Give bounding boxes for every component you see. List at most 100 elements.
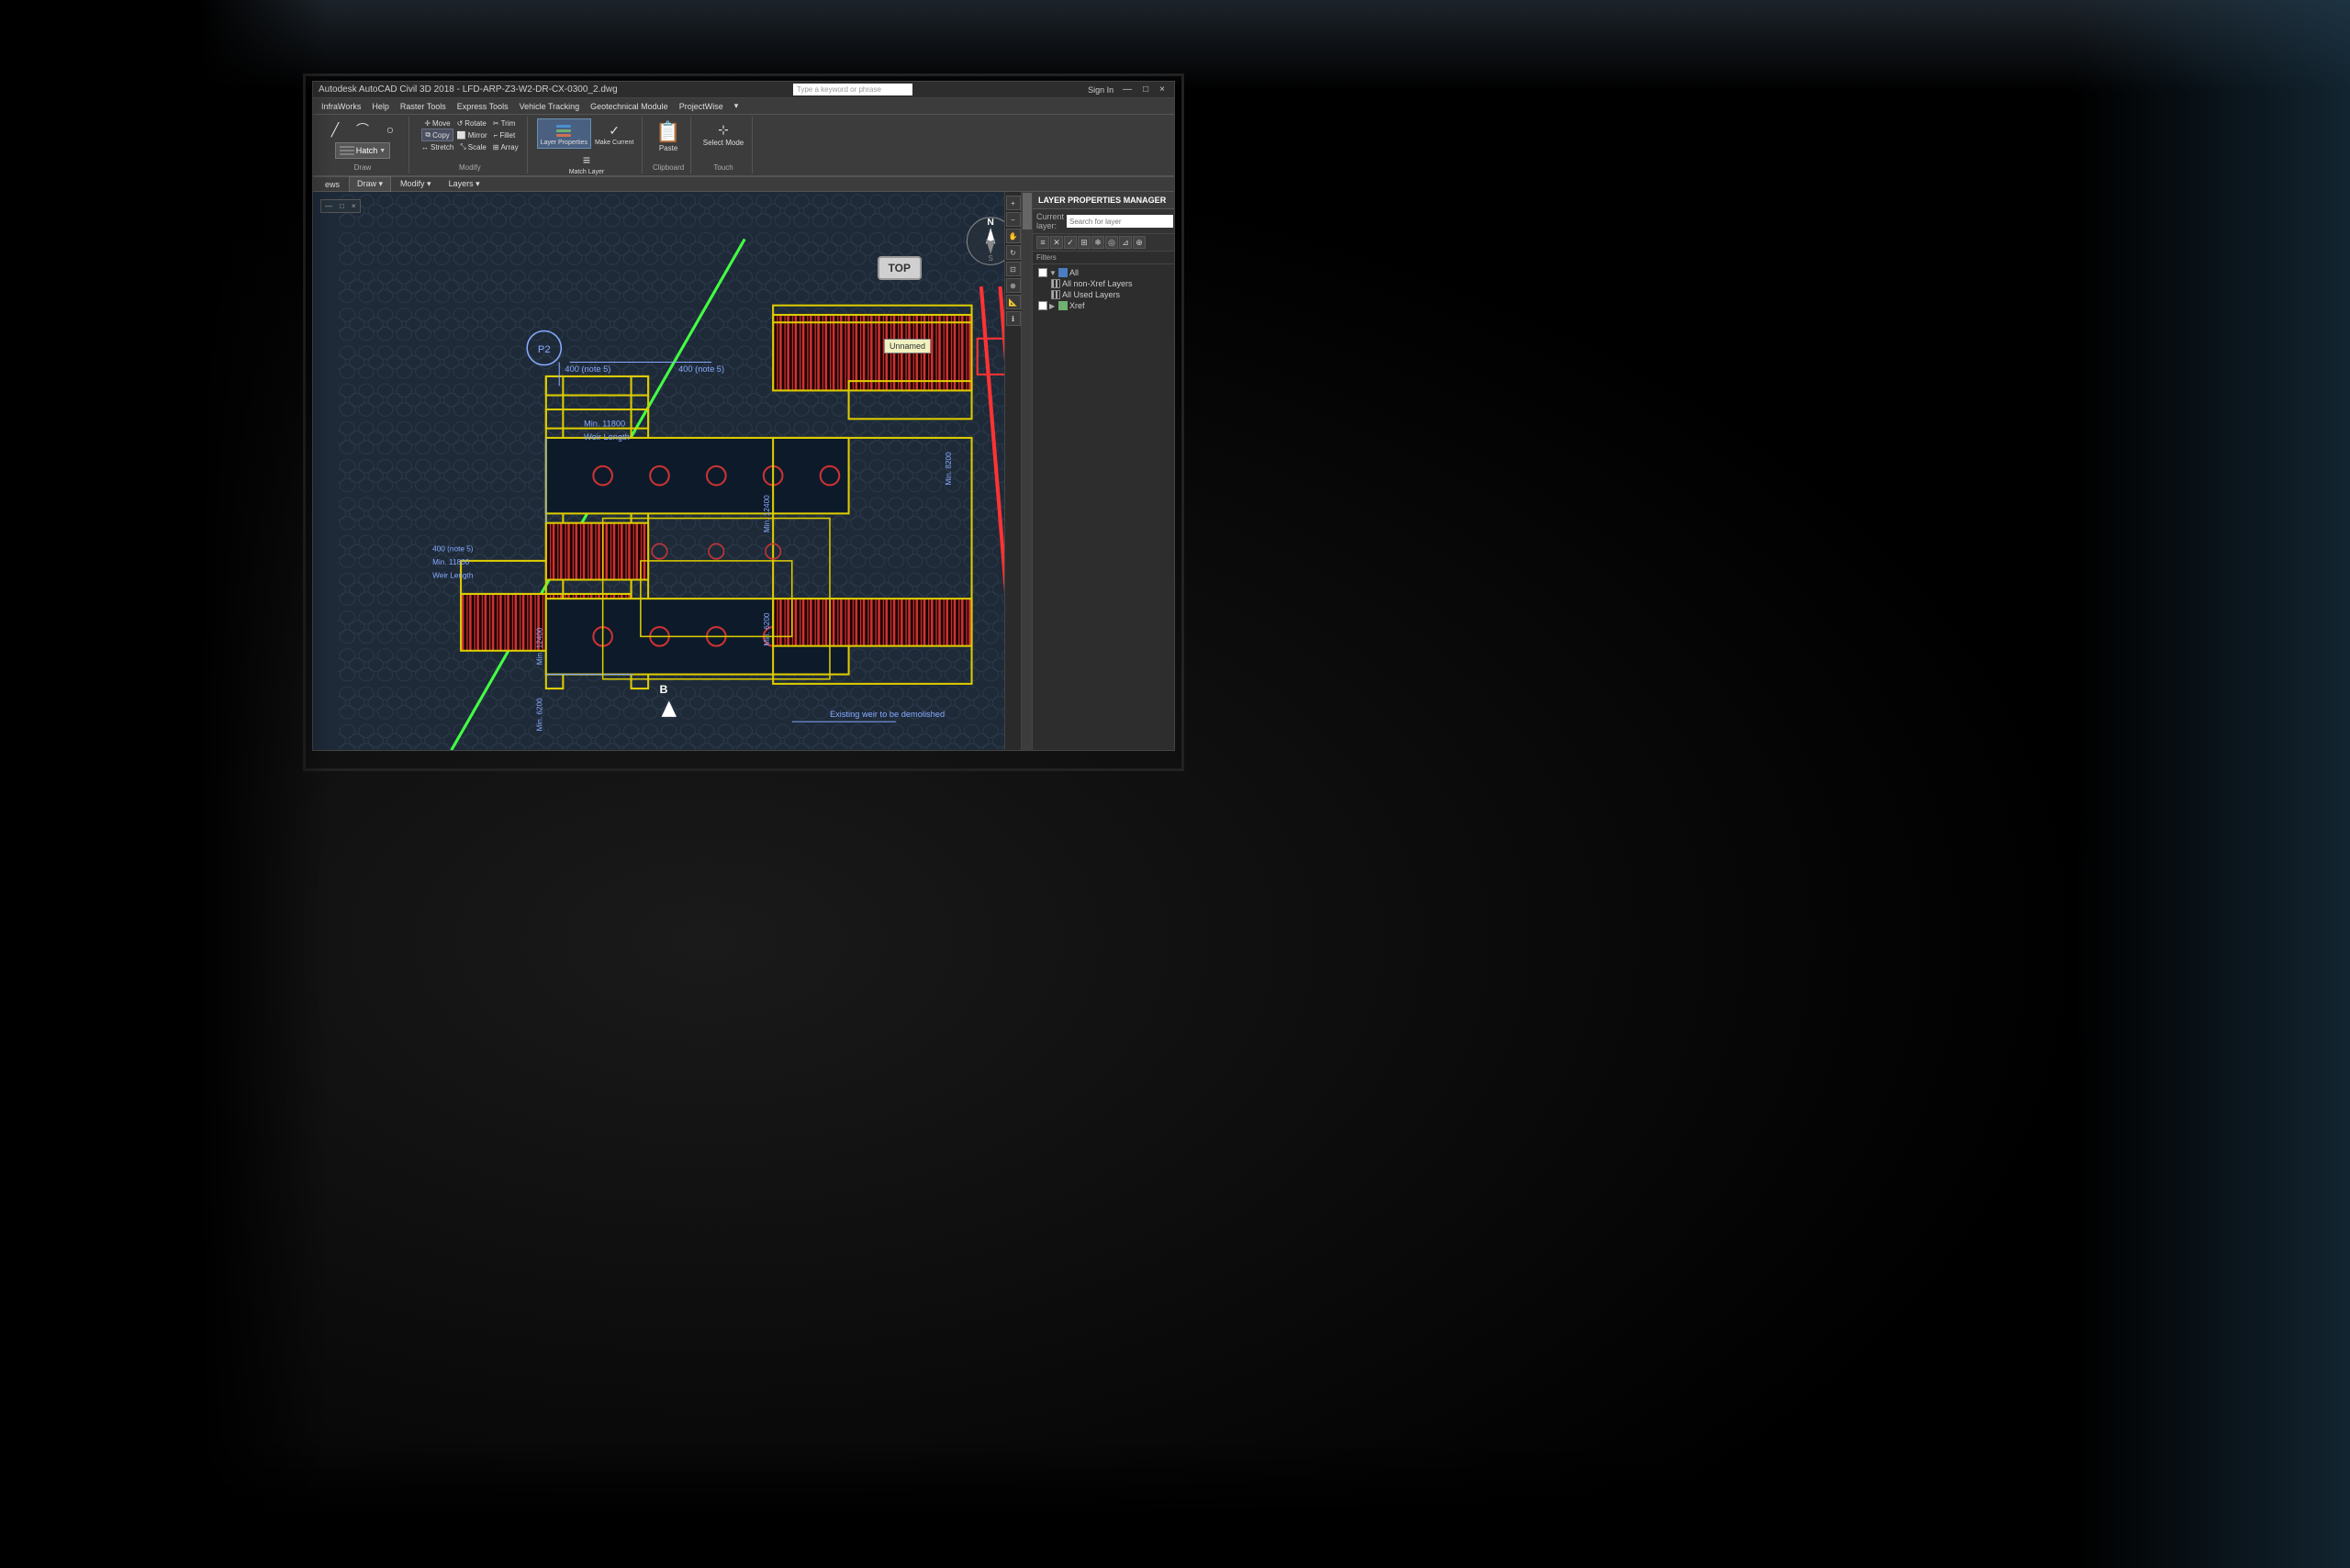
layer-panel-search-area: Current layer: <box>1033 209 1174 234</box>
zoom-in-btn[interactable]: + <box>1006 196 1021 210</box>
svg-text:Min. 12400: Min. 12400 <box>536 627 544 665</box>
hatch-dropdown-btn[interactable]: Hatch ▼ <box>335 142 390 159</box>
trim-btn[interactable]: ✂ Trim <box>490 118 518 129</box>
measure-btn[interactable]: 📐 <box>1006 295 1021 309</box>
minimize-button[interactable]: — <box>1119 84 1136 95</box>
menu-geotechnical[interactable]: Geotechnical Module <box>586 98 673 114</box>
pan-btn[interactable]: ✋ <box>1006 229 1021 243</box>
search-box[interactable]: Type a keyword or phrase <box>793 84 912 95</box>
zoom-out-btn[interactable]: − <box>1006 212 1021 227</box>
paste-icon: 📋 <box>655 120 680 144</box>
layer-panel-toolbar: ≡ ✕ ✓ ⊞ ❄ ◎ ⊿ ⊕ <box>1033 234 1174 252</box>
sign-in-link[interactable]: Sign In <box>1088 85 1113 95</box>
filters-label: Filters <box>1033 252 1174 264</box>
make-current-btn[interactable]: ✓ Make Current <box>592 119 636 148</box>
viewport-close-btn[interactable]: × <box>352 202 356 210</box>
side-toolbar: + − ✋ ↻ ⊡ ⊕ 📐 ℹ <box>1004 192 1021 750</box>
right-blur <box>2075 0 2350 1568</box>
stretch-btn[interactable]: ↔ Stretch <box>419 142 456 152</box>
scale-btn[interactable]: ⤡ Scale <box>457 141 488 152</box>
vertical-scrollbar[interactable] <box>1021 192 1032 750</box>
modify-row3: ↔ Stretch ⤡ Scale ⊞ Array <box>419 141 521 152</box>
top-button[interactable]: TOP <box>878 256 922 280</box>
fillet-btn[interactable]: ⌐ Fillet <box>491 130 519 140</box>
select-mode-btn[interactable]: ⊹ Select Mode <box>700 118 746 149</box>
hatch-dropdown-arrow: ▼ <box>379 148 386 154</box>
current-layer-label: Current layer: <box>1036 212 1064 230</box>
layer-tree-item-all[interactable]: ▼ All <box>1036 267 1170 278</box>
xref-checkbox[interactable] <box>1038 301 1047 310</box>
orbit-btn[interactable]: ↻ <box>1006 245 1021 260</box>
draw-group-label: Draw <box>354 163 372 172</box>
svg-text:P2: P2 <box>538 344 551 355</box>
layer-tree-item-used[interactable]: All Used Layers <box>1036 289 1170 300</box>
touch-group-label: Touch <box>713 163 733 172</box>
draw-circle-btn[interactable]: ○ <box>377 118 403 140</box>
freeze-btn[interactable]: ❄ <box>1091 236 1104 249</box>
delete-layer-btn[interactable]: ✕ <box>1050 236 1063 249</box>
svg-text:B: B <box>659 683 667 696</box>
isolate-btn[interactable]: ◎ <box>1105 236 1118 249</box>
line-icon: ╱ <box>326 120 344 139</box>
viewport-minimize-btn[interactable]: — <box>325 202 332 210</box>
menu-help[interactable]: Help <box>367 98 394 114</box>
layer-properties-btn[interactable]: Layer Properties <box>537 118 591 149</box>
clipboard-group-label: Clipboard <box>653 163 684 172</box>
menu-express-tools[interactable]: Express Tools <box>453 98 513 114</box>
xref-expand-icon[interactable]: ▶ <box>1049 302 1057 309</box>
match-btn[interactable]: ⊿ <box>1119 236 1132 249</box>
menu-infraworks[interactable]: InfraWorks <box>317 98 365 114</box>
all-checkbox[interactable] <box>1038 268 1047 277</box>
layer-states-btn[interactable]: ⊞ <box>1078 236 1091 249</box>
top-blur <box>0 0 2350 92</box>
svg-text:Weir Length: Weir Length <box>432 571 474 579</box>
menu-extra[interactable]: ▾ <box>730 98 744 114</box>
layers-row2: ≡ Match Layer <box>566 149 608 177</box>
app-title: Autodesk AutoCAD Civil 3D 2018 - LFD-ARP… <box>319 84 618 95</box>
tab-modify[interactable]: Modify ▾ <box>392 176 440 192</box>
rotate-btn[interactable]: ↺ Rotate <box>454 118 489 129</box>
layer-tree-item-xref[interactable]: ▶ Xref <box>1036 300 1170 311</box>
set-current-btn[interactable]: ✓ <box>1064 236 1077 249</box>
menu-raster-tools[interactable]: Raster Tools <box>396 98 451 114</box>
match-layer-btn[interactable]: ≡ Match Layer <box>566 149 608 177</box>
svg-text:Existing weir to be demolished: Existing weir to be demolished <box>830 710 945 719</box>
select-mode-label: Select Mode <box>703 139 744 147</box>
ribbon-group-modify: ✛ Move ↺ Rotate ✂ Trim ⧉ Copy ⬜ Mirror ⌐… <box>413 117 528 174</box>
layer-search-input[interactable] <box>1067 215 1173 228</box>
paste-btn[interactable]: 📋 Paste <box>652 118 684 154</box>
layer-panel: LAYER PROPERTIES MANAGER Current layer: … <box>1032 192 1174 750</box>
ribbon-group-touch: ⊹ Select Mode Touch <box>695 117 753 174</box>
draw-line-btn[interactable]: ╱ <box>322 118 348 140</box>
layer-tree: ▼ All All non-Xref Layers All Used Layer… <box>1033 264 1174 314</box>
bottom-blur <box>0 1439 2350 1568</box>
tab-layers[interactable]: Layers ▾ <box>441 176 488 192</box>
close-button[interactable]: × <box>1156 84 1169 95</box>
non-xref-label: All non-Xref Layers <box>1062 279 1133 288</box>
merge-btn[interactable]: ⊕ <box>1133 236 1146 249</box>
array-btn[interactable]: ⊞ Array <box>490 142 521 152</box>
move-btn[interactable]: ✛ Move <box>421 118 453 129</box>
viewport-expand-btn[interactable]: □ <box>340 202 344 210</box>
mirror-btn[interactable]: ⬜ Mirror <box>454 130 490 140</box>
draw-arc-btn[interactable]: ⌒ <box>350 118 375 140</box>
scrollbar-thumb[interactable] <box>1023 193 1032 230</box>
tab-draw[interactable]: Draw ▾ <box>349 176 391 192</box>
svg-text:Min. 6200: Min. 6200 <box>536 698 544 732</box>
properties-btn[interactable]: ℹ <box>1006 311 1021 326</box>
new-layer-btn[interactable]: ≡ <box>1036 236 1049 249</box>
menu-vehicle-tracking[interactable]: Vehicle Tracking <box>515 98 585 114</box>
extent-btn[interactable]: ⊡ <box>1006 262 1021 276</box>
layer-tree-item-non-xref[interactable]: All non-Xref Layers <box>1036 278 1170 289</box>
svg-text:Min. 12400: Min. 12400 <box>763 495 771 532</box>
paste-label: Paste <box>659 144 677 152</box>
ribbon-tabs: ews Draw ▾ Modify ▾ Layers ▾ <box>313 177 1174 192</box>
all-expand-icon[interactable]: ▼ <box>1049 269 1057 276</box>
snap-btn[interactable]: ⊕ <box>1006 278 1021 293</box>
tab-views[interactable]: ews <box>317 177 348 192</box>
maximize-button[interactable]: □ <box>1139 84 1152 95</box>
copy-btn[interactable]: ⧉ Copy <box>421 129 453 141</box>
used-icon <box>1051 290 1060 299</box>
svg-text:400 (note 5): 400 (note 5) <box>432 545 474 554</box>
menu-projectwise[interactable]: ProjectWise <box>675 98 728 114</box>
